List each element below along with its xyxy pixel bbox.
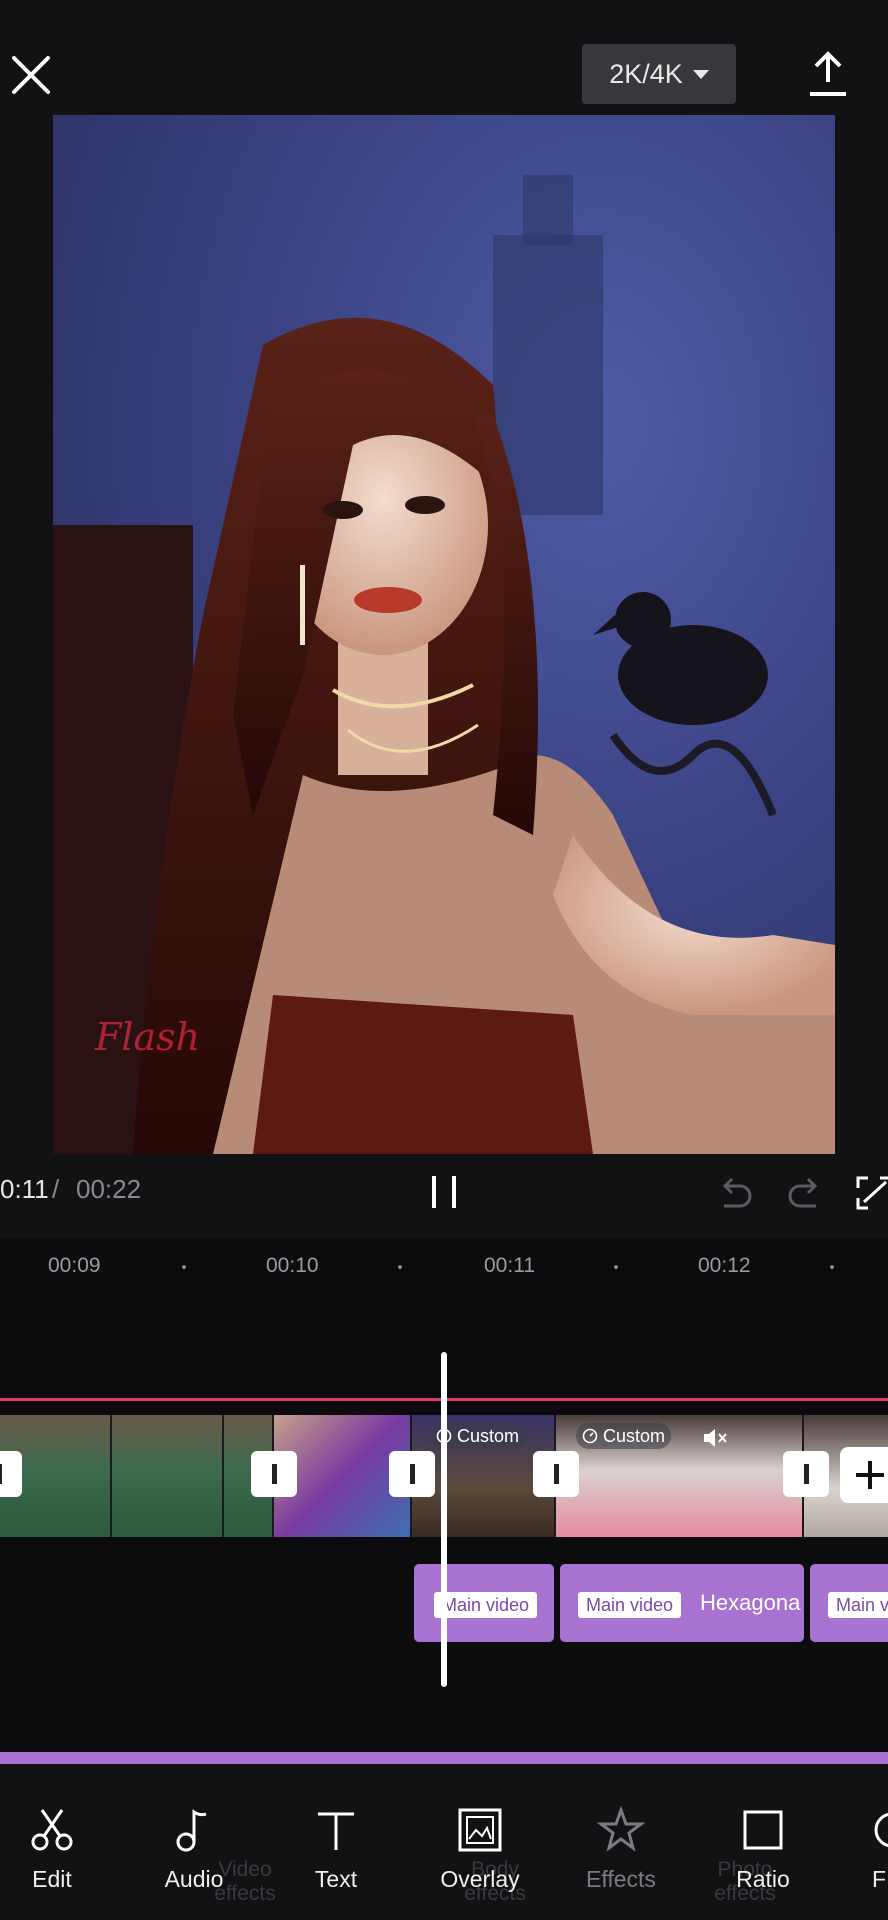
toolbar-text[interactable]: Text: [276, 1806, 396, 1893]
toolbar-label: F: [872, 1866, 887, 1892]
overlay-clip-label: Main v: [828, 1592, 888, 1618]
transition-icon: [803, 1464, 809, 1484]
transition-icon: [409, 1464, 415, 1484]
muted-icon: [704, 1429, 727, 1447]
resolution-dropdown[interactable]: 2K/4K: [582, 44, 736, 104]
speed-tag: Custom: [576, 1423, 672, 1449]
overlay-clip[interactable]: Main video Hexagona: [560, 1564, 804, 1642]
toolbar-label: Ratio: [736, 1866, 790, 1892]
toolbar-label: Text: [314, 1866, 358, 1892]
toolbar-ratio[interactable]: Ratio: [703, 1806, 823, 1893]
toolbar-label: Overlay: [440, 1866, 520, 1892]
overlay-clip-label: Main video: [578, 1592, 682, 1618]
resolution-label: 2K/4K: [609, 58, 683, 89]
transition-button[interactable]: [533, 1451, 579, 1497]
pause-button[interactable]: [428, 1174, 462, 1210]
ruler-tick-label: 00:09: [48, 1254, 101, 1277]
time-separator: /: [52, 1174, 60, 1204]
toolbar-overlay[interactable]: Overlay: [420, 1806, 540, 1893]
overlay-clip-label: Main video: [434, 1592, 538, 1618]
speed-icon: [582, 1428, 598, 1444]
ruler-dot: [614, 1265, 618, 1269]
transition-button[interactable]: [251, 1451, 297, 1497]
overlay-clip[interactable]: Main video: [414, 1564, 554, 1642]
ruler-tick-label: 00:11: [484, 1254, 535, 1277]
clip-thumbnail: [112, 1415, 222, 1537]
ruler-tick-label: 00:12: [698, 1254, 751, 1277]
export-button[interactable]: [806, 50, 850, 98]
toolbar-effects[interactable]: Effects: [561, 1806, 681, 1893]
video-preview[interactable]: Flash: [53, 115, 835, 1154]
scissors-icon: [31, 1809, 73, 1851]
music-note-icon: [176, 1809, 207, 1852]
plus-icon: [856, 1461, 884, 1489]
close-icon: [12, 56, 50, 94]
toolbar-label: Edit: [32, 1866, 72, 1892]
ratio-icon: [743, 1810, 783, 1850]
total-time: 00:22: [76, 1174, 142, 1204]
watermark-text: Flash: [95, 1015, 201, 1059]
ruler-tick-label: 00:10: [266, 1254, 319, 1277]
close-button[interactable]: [8, 52, 54, 98]
overlay-clip[interactable]: Main v: [810, 1564, 888, 1642]
redo-icon: [788, 1177, 818, 1208]
overlay-track-bar: [0, 1752, 888, 1764]
transition-icon: [0, 1464, 2, 1484]
transition-button[interactable]: [0, 1451, 22, 1497]
undo-button[interactable]: [716, 1176, 754, 1210]
transition-button[interactable]: [389, 1451, 435, 1497]
redo-button[interactable]: [786, 1176, 824, 1210]
upload-icon: [810, 51, 846, 96]
filter-icon: [874, 1812, 888, 1848]
ruler-dot: [182, 1265, 186, 1269]
transition-icon: [553, 1464, 559, 1484]
fullscreen-button[interactable]: [856, 1176, 888, 1210]
fullscreen-icon: [856, 1176, 888, 1210]
undo-icon: [722, 1177, 752, 1208]
toolbar-audio[interactable]: Audio: [134, 1806, 254, 1893]
ruler-dot: [830, 1265, 834, 1269]
toolbar-label: Audio: [164, 1866, 224, 1892]
toolbar-filters[interactable]: F: [844, 1806, 888, 1893]
chevron-down-icon: [692, 69, 709, 79]
text-icon: [318, 1812, 354, 1850]
overlay-clip-title: Hexagona: [700, 1590, 801, 1615]
current-time: 0:11: [0, 1174, 49, 1204]
ruler-dot: [398, 1265, 402, 1269]
speed-tag-label: Custom: [457, 1426, 520, 1446]
overlay-icon: [458, 1808, 502, 1852]
pause-icon: [432, 1176, 456, 1208]
star-icon: [597, 1806, 645, 1852]
video-clip[interactable]: [0, 1415, 272, 1537]
toolbar-edit[interactable]: Edit: [0, 1806, 112, 1893]
playhead[interactable]: [441, 1352, 447, 1687]
video-clip[interactable]: Custom: [556, 1415, 802, 1537]
preview-frame-image: [53, 175, 835, 1154]
transition-button[interactable]: [783, 1451, 829, 1497]
toolbar-label: Effects: [586, 1866, 656, 1892]
speed-tag-label: Custom: [603, 1426, 666, 1446]
transition-icon: [271, 1464, 277, 1484]
add-clip-button[interactable]: [840, 1447, 888, 1503]
